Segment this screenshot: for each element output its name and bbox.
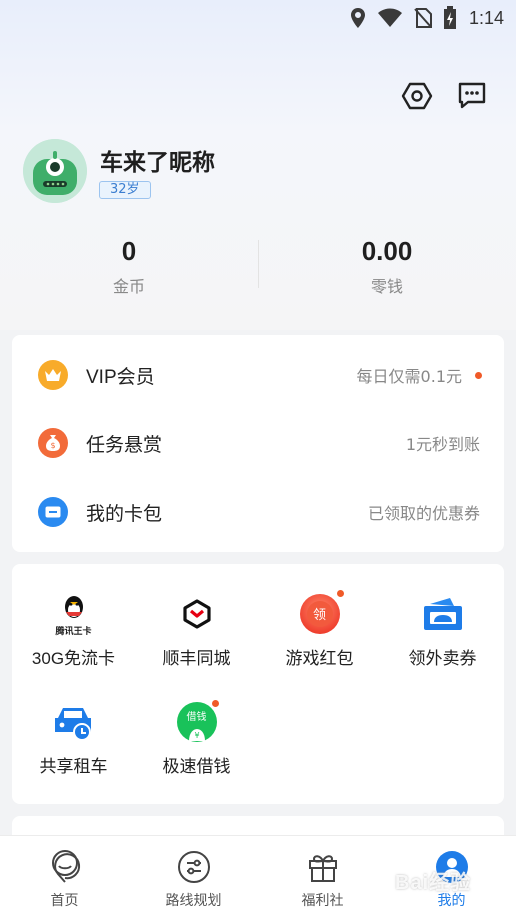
qq-card-text: 腾讯王卡 xyxy=(55,627,92,637)
loan-icon: ¥ 借钱 xyxy=(175,700,219,744)
battery-icon xyxy=(443,6,456,29)
status-bar: 1:14 xyxy=(0,0,516,36)
tab-label: 福利社 xyxy=(301,893,344,909)
gift-icon xyxy=(306,850,340,884)
red-envelope-text: 领 xyxy=(312,608,326,623)
loan-icon-text: 借钱 xyxy=(186,712,207,723)
grid-item-label: 领外卖券 xyxy=(408,649,477,668)
message-button[interactable] xyxy=(452,76,492,116)
qq-penguin-icon: 腾讯王卡 xyxy=(52,592,96,637)
money-bag-icon: $ xyxy=(38,428,68,458)
wifi-icon xyxy=(377,8,402,27)
avatar[interactable] xyxy=(23,139,87,203)
home-icon xyxy=(48,850,82,884)
grid-item-sf-express[interactable]: 顺丰同城 xyxy=(135,592,258,669)
coupon-icon xyxy=(421,592,465,636)
watermark: Bai经验 xyxy=(395,872,472,894)
settings-button[interactable] xyxy=(397,76,437,116)
status-time: 1:14 xyxy=(468,7,504,28)
tab-welfare[interactable]: 福利社 xyxy=(258,836,387,917)
grid-item-game-red-envelope[interactable]: 领 游戏红包 xyxy=(258,590,381,669)
menu-item-label: 我的卡包 xyxy=(86,503,163,525)
notification-dot xyxy=(336,590,344,597)
menu-item-label: 任务悬赏 xyxy=(86,434,163,456)
tab-label: 首页 xyxy=(50,893,79,909)
message-icon xyxy=(458,82,486,109)
svg-text:$: $ xyxy=(50,441,55,450)
gear-hexagon-icon xyxy=(401,82,433,110)
notification-dot xyxy=(475,372,482,379)
menu-item-tasks[interactable]: $ 任务悬赏 1元秒到账 xyxy=(12,409,504,477)
services-grid-card: 腾讯王卡 30G免流卡 顺丰同城 领 游戏红包 领外卖券 共享租车 ¥ 借钱 极… xyxy=(12,564,504,804)
menu-item-card-wallet[interactable]: 我的卡包 已领取的优惠券 xyxy=(12,478,504,546)
coins-value: 0 xyxy=(121,236,137,266)
grid-item-label: 顺丰同城 xyxy=(162,649,231,668)
age-badge: 32岁 xyxy=(99,181,151,199)
card-icon xyxy=(38,497,68,527)
tab-home[interactable]: 首页 xyxy=(0,836,129,917)
monster-avatar-icon xyxy=(23,139,87,203)
grid-item-label: 极速借钱 xyxy=(162,757,231,776)
change-value: 0.00 xyxy=(361,236,413,266)
grid-item-takeout-coupon[interactable]: 领外卖券 xyxy=(381,592,504,669)
grid-item-free-data-card[interactable]: 腾讯王卡 30G免流卡 xyxy=(12,592,135,669)
tab-label: 路线规划 xyxy=(165,893,222,909)
crown-icon xyxy=(38,360,68,390)
sf-logo-icon xyxy=(175,592,219,636)
coins-label: 金币 xyxy=(112,277,145,296)
red-envelope-icon: 领 xyxy=(298,590,344,636)
route-icon xyxy=(177,850,211,884)
change-label: 零钱 xyxy=(370,277,403,296)
notification-dot xyxy=(211,700,219,707)
location-icon xyxy=(350,8,365,28)
car-clock-icon xyxy=(52,700,96,744)
menu-item-label: VIP会员 xyxy=(86,366,155,388)
menu-item-sub: 1元秒到账 xyxy=(405,435,480,454)
svg-text:¥: ¥ xyxy=(194,731,199,740)
menu-item-sub: 已领取的优惠券 xyxy=(367,504,480,523)
menu-item-sub: 每日仅需0.1元 xyxy=(356,367,462,386)
grid-item-label: 游戏红包 xyxy=(285,649,354,668)
menu-card: VIP会员 每日仅需0.1元 $ 任务悬赏 1元秒到账 我的卡包 已领取的优惠券 xyxy=(12,335,504,552)
grid-item-label: 30G免流卡 xyxy=(31,649,116,668)
no-sim-icon xyxy=(414,8,432,28)
coins-stat[interactable]: 0 金币 xyxy=(0,236,258,297)
grid-item-label: 共享租车 xyxy=(39,757,108,776)
nickname[interactable]: 车来了昵称 xyxy=(100,143,215,177)
tab-route-planning[interactable]: 路线规划 xyxy=(129,836,258,917)
grid-item-car-sharing[interactable]: 共享租车 xyxy=(12,700,135,777)
grid-item-fast-loan[interactable]: ¥ 借钱 极速借钱 xyxy=(135,700,258,777)
change-stat[interactable]: 0.00 零钱 xyxy=(258,236,516,297)
menu-item-vip[interactable]: VIP会员 每日仅需0.1元 xyxy=(12,341,504,409)
